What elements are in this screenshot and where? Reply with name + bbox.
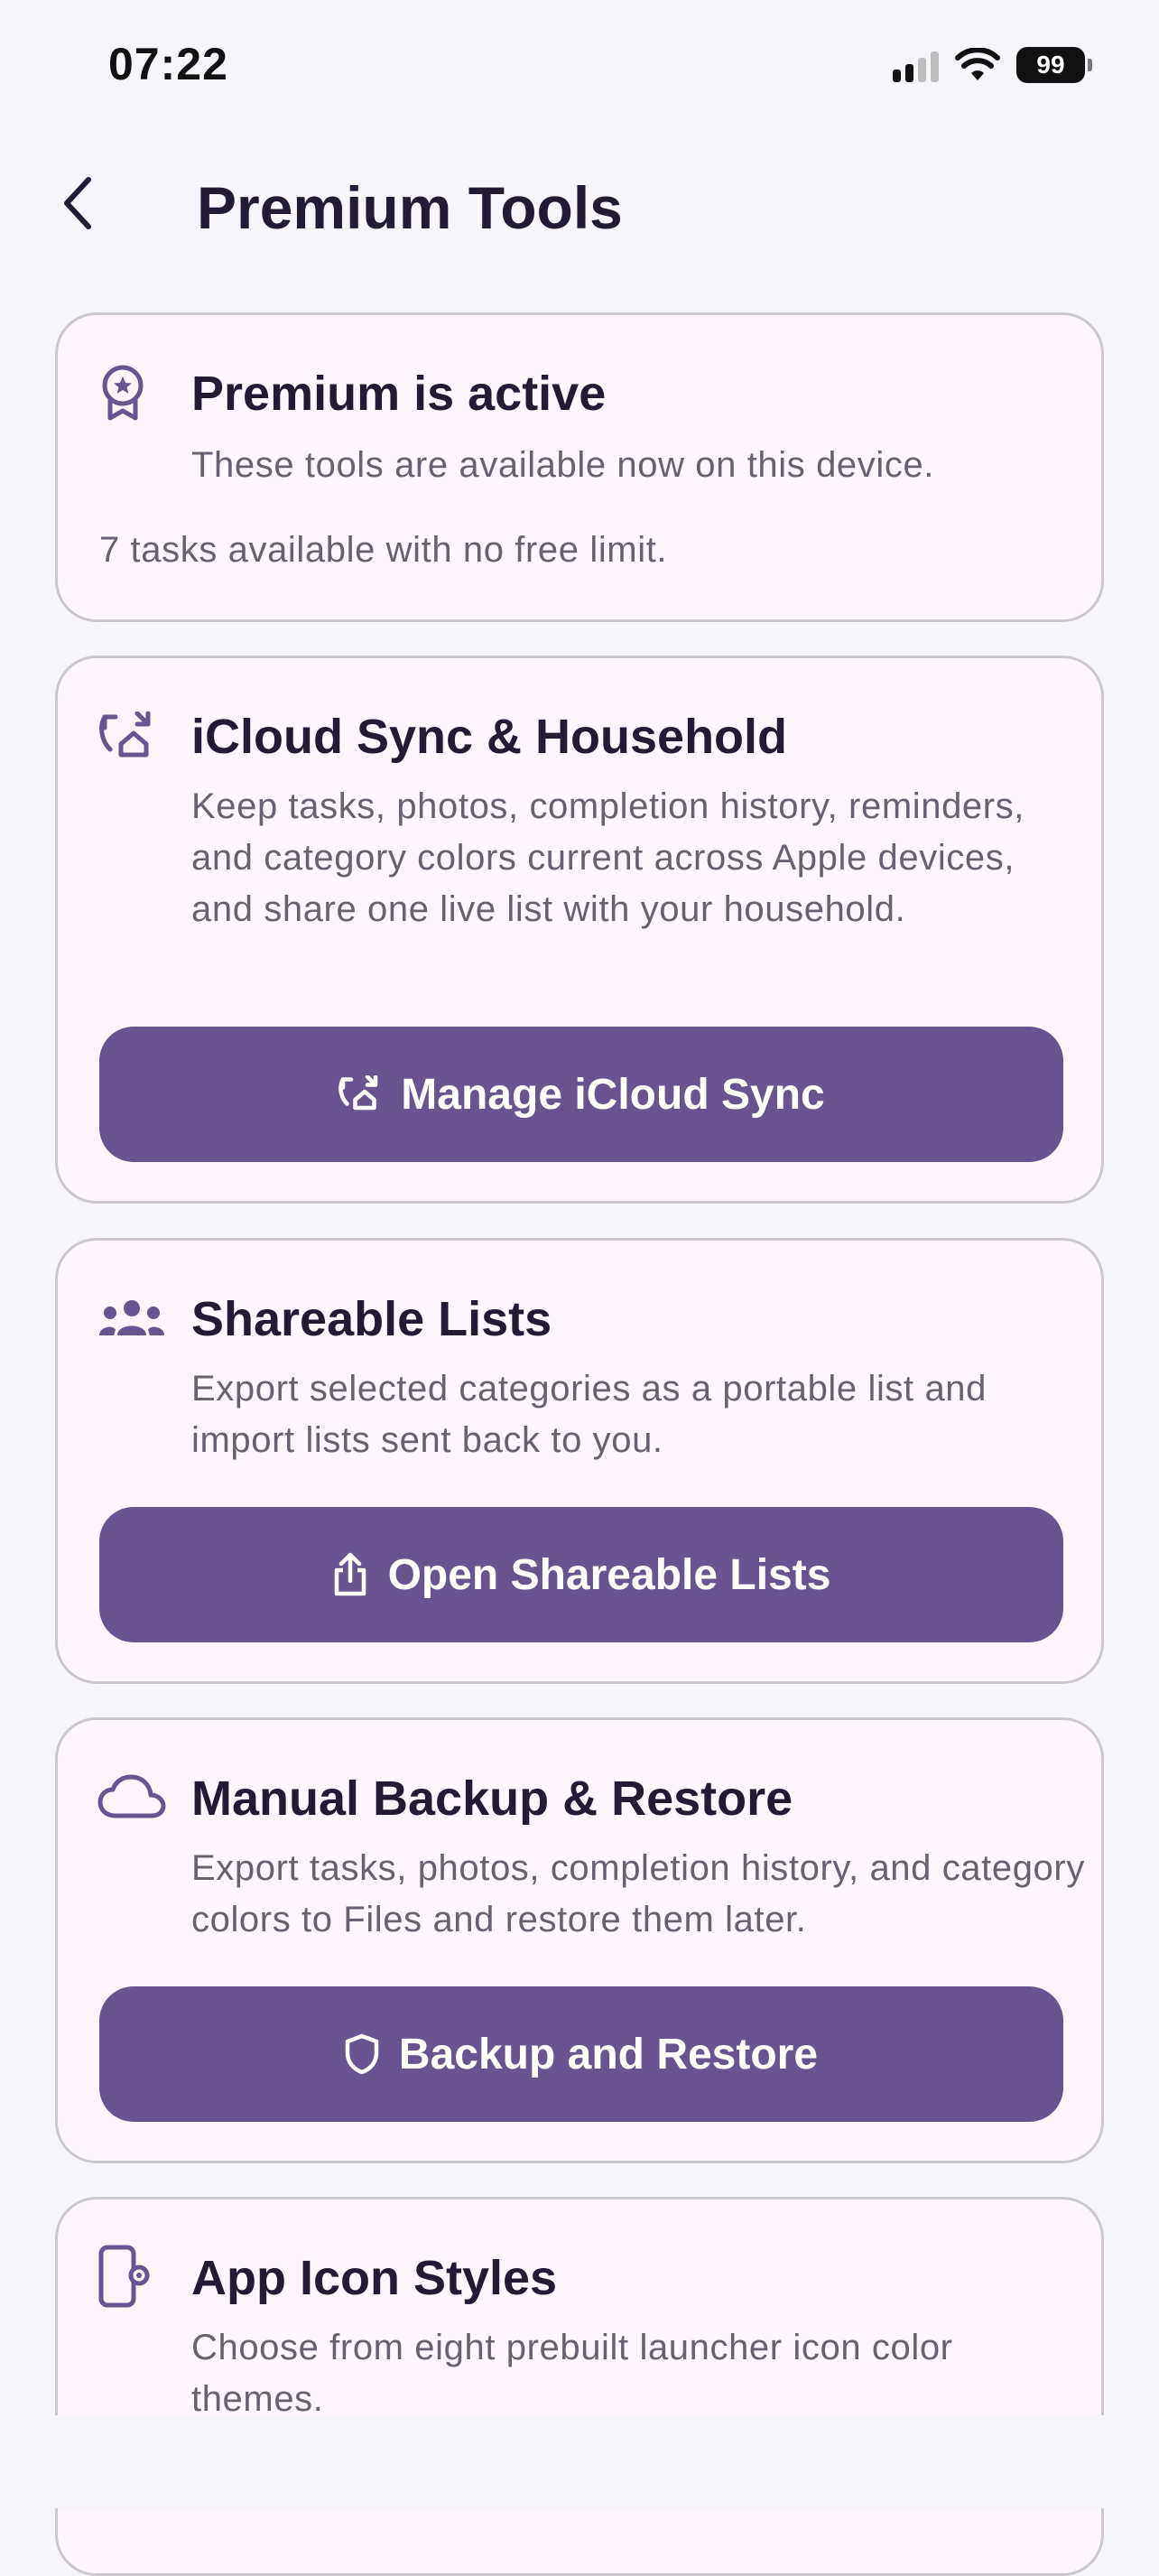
battery-icon: 99 bbox=[1016, 47, 1092, 83]
shield-icon bbox=[345, 2033, 379, 2075]
group-icon bbox=[97, 1286, 168, 1349]
phone-settings-icon bbox=[97, 2245, 168, 2308]
nav-bar: Premium Tools bbox=[0, 153, 1159, 253]
cellular-signal-icon bbox=[893, 48, 939, 82]
status-icons: 99 bbox=[893, 45, 1092, 85]
open-shareable-lists-button[interactable]: Open Shareable Lists bbox=[99, 1507, 1063, 1642]
shareable-lists-description: Export selected categories as a portable… bbox=[191, 1369, 987, 1460]
cloud-icon bbox=[97, 1765, 168, 1828]
open-shareable-lists-label: Open Shareable Lists bbox=[387, 1550, 831, 1599]
manage-icloud-sync-button[interactable]: Manage iCloud Sync bbox=[99, 1027, 1063, 1162]
manage-icloud-sync-label: Manage iCloud Sync bbox=[401, 1070, 825, 1119]
premium-subtitle: These tools are available now on this de… bbox=[191, 445, 935, 485]
icloud-sync-card: iCloud Sync & Household Keep tasks, phot… bbox=[55, 656, 1104, 1204]
shareable-lists-title: Shareable Lists bbox=[191, 1292, 552, 1346]
page-title: Premium Tools bbox=[197, 174, 623, 241]
icloud-description: Keep tasks, photos, completion history, … bbox=[191, 786, 1025, 929]
backup-restore-description: Export tasks, photos, completion history… bbox=[191, 1848, 1085, 1939]
back-button[interactable] bbox=[51, 172, 105, 235]
sync-household-icon bbox=[338, 1075, 378, 1111]
backup-restore-title: Manual Backup & Restore bbox=[191, 1772, 793, 1826]
wifi-icon bbox=[955, 48, 1000, 80]
shareable-lists-card: Shareable Lists Export selected categori… bbox=[55, 1238, 1104, 1684]
award-badge-icon bbox=[97, 360, 168, 423]
share-icon bbox=[334, 1552, 366, 1596]
app-icon-styles-title: App Icon Styles bbox=[191, 2251, 558, 2305]
premium-title: Premium is active bbox=[191, 367, 607, 421]
icloud-title: iCloud Sync & Household bbox=[191, 710, 788, 764]
bottom-safe-area bbox=[0, 2415, 1159, 2508]
status-bar: 07:22 99 bbox=[0, 0, 1159, 126]
battery-level: 99 bbox=[1036, 51, 1065, 79]
backup-restore-card: Manual Backup & Restore Export tasks, ph… bbox=[55, 1717, 1104, 2163]
premium-status-card: Premium is active These tools are availa… bbox=[55, 312, 1104, 622]
backup-and-restore-button[interactable]: Backup and Restore bbox=[99, 1986, 1063, 2122]
premium-note: 7 tasks available with no free limit. bbox=[99, 530, 668, 570]
backup-and-restore-label: Backup and Restore bbox=[398, 2030, 819, 2078]
status-time: 07:22 bbox=[108, 39, 228, 89]
app-icon-styles-card: App Icon Styles Choose from eight prebui… bbox=[55, 2197, 1104, 2576]
sync-household-icon bbox=[97, 705, 168, 768]
chevron-left-icon bbox=[64, 177, 91, 229]
app-icon-styles-description: Choose from eight prebuilt launcher icon… bbox=[191, 2328, 953, 2419]
